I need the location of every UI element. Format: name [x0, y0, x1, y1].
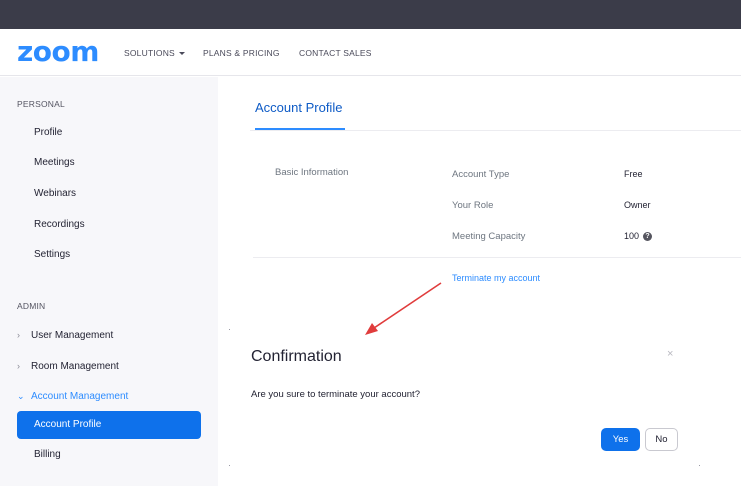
page-title: Account Profile	[255, 100, 343, 115]
sidebar-item-account-management[interactable]: ⌄ Account Management	[17, 391, 128, 402]
close-icon[interactable]: ×	[667, 348, 673, 360]
terminate-account-link[interactable]: Terminate my account	[452, 273, 540, 283]
sidebar-item-label: User Management	[31, 330, 114, 341]
field-value-account-type: Free	[624, 169, 643, 179]
field-label-your-role: Your Role	[452, 200, 494, 211]
sidebar-item-label: Account Management	[31, 391, 129, 402]
sidebar-item-room-management[interactable]: › Room Management	[17, 361, 119, 372]
modal-title: Confirmation	[251, 348, 342, 365]
modal-corner-mark	[699, 465, 700, 466]
meeting-capacity-number: 100	[624, 231, 640, 241]
help-icon[interactable]: ?	[643, 232, 653, 242]
sidebar: PERSONAL Profile Meetings Webinars Recor…	[0, 77, 218, 486]
top-system-bar	[0, 0, 741, 29]
nav-plans-pricing[interactable]: PLANS & PRICING	[203, 47, 280, 59]
sidebar-item-billing[interactable]: Billing	[34, 449, 61, 460]
section-label: Basic Information	[275, 167, 349, 178]
sidebar-item-meetings[interactable]: Meetings	[34, 157, 75, 168]
arrow-line	[373, 282, 442, 329]
modal-message: Are you sure to terminate your account?	[251, 389, 420, 400]
nav-solutions[interactable]: SOLUTIONS	[124, 47, 185, 59]
chevron-right-icon: ›	[17, 330, 20, 340]
top-navigation: zoom SOLUTIONS PLANS & PRICING CONTACT S…	[0, 29, 741, 76]
nav-solutions-label: SOLUTIONS	[124, 48, 175, 58]
sidebar-item-user-management[interactable]: › User Management	[17, 330, 113, 341]
field-label-account-type: Account Type	[452, 169, 510, 180]
sidebar-item-settings[interactable]: Settings	[34, 249, 70, 260]
yes-button[interactable]: Yes	[601, 428, 640, 451]
sidebar-heading-personal: PERSONAL	[17, 99, 65, 109]
modal-corner-mark	[229, 465, 230, 466]
sidebar-heading-admin: ADMIN	[17, 301, 46, 311]
sidebar-item-label: Room Management	[31, 361, 119, 372]
chevron-down-icon: ⌄	[17, 391, 25, 401]
nav-contact-sales[interactable]: CONTACT SALES	[299, 47, 372, 59]
caret-down-icon	[178, 52, 185, 56]
divider	[253, 257, 741, 258]
zoom-logo[interactable]: zoom	[17, 38, 99, 66]
sidebar-item-webinars[interactable]: Webinars	[34, 188, 76, 199]
chevron-right-icon: ›	[17, 361, 20, 371]
sidebar-item-profile[interactable]: Profile	[34, 127, 62, 138]
field-value-meeting-capacity: 100?	[624, 231, 653, 242]
no-button[interactable]: No	[645, 428, 678, 451]
divider	[250, 130, 741, 131]
modal-corner-mark	[229, 329, 230, 330]
field-value-your-role: Owner	[624, 200, 651, 210]
field-label-meeting-capacity: Meeting Capacity	[452, 231, 526, 242]
sidebar-item-account-profile[interactable]: Account Profile	[17, 411, 201, 439]
arrow-head	[365, 323, 378, 335]
sidebar-item-recordings[interactable]: Recordings	[34, 219, 85, 230]
